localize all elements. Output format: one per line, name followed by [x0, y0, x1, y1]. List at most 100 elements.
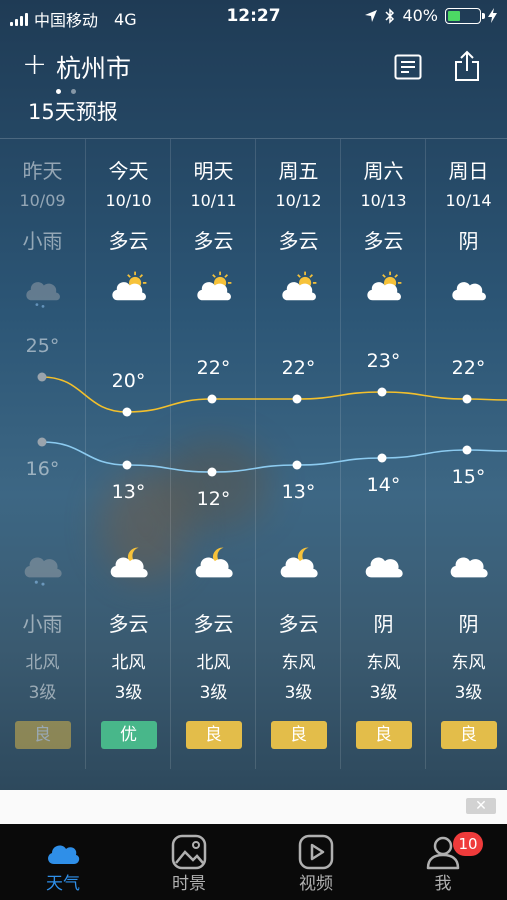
day-condition: 小雨 — [22, 229, 63, 253]
wind-level: 3级 — [284, 683, 313, 703]
low-temp: 13° — [281, 481, 316, 503]
air-quality-badge[interactable]: 良 — [355, 721, 412, 749]
low-temp: 14° — [366, 474, 401, 496]
day-condition: 多云 — [193, 229, 234, 253]
tab-profile[interactable]: 10 我 — [380, 824, 506, 900]
wind-direction: 北风 — [196, 653, 231, 673]
notification-badge: 10 — [453, 832, 483, 856]
tab-scenery[interactable]: 时景 — [126, 824, 252, 900]
add-city-icon[interactable]: + — [22, 50, 47, 80]
list-menu-icon[interactable] — [394, 54, 422, 80]
tab-label: 天气 — [46, 874, 80, 894]
high-temp: 20° — [111, 370, 146, 392]
day-date: 10/12 — [275, 191, 322, 210]
day-name: 昨天 — [22, 159, 63, 183]
scenery-tab-icon — [171, 834, 207, 870]
day-name: 明天 — [193, 159, 234, 183]
partly-cloudy-night-icon — [280, 547, 318, 578]
page-indicator — [56, 89, 76, 94]
tab-label: 视频 — [299, 874, 333, 894]
share-icon[interactable] — [452, 50, 482, 82]
high-temp: 22° — [196, 357, 231, 379]
wind-level: 3级 — [369, 683, 398, 703]
wind-direction: 东风 — [451, 653, 486, 673]
air-quality-badge[interactable]: 良 — [270, 721, 327, 749]
bluetooth-icon — [385, 7, 395, 24]
rain-cloud-icon — [25, 282, 60, 308]
night-condition: 小雨 — [22, 612, 63, 636]
day-date: 10/10 — [105, 191, 152, 210]
high-temp: 22° — [281, 357, 316, 379]
air-quality-badge[interactable]: 良 — [14, 721, 71, 749]
night-condition: 多云 — [193, 612, 234, 636]
tab-weather[interactable]: 天气 — [0, 824, 126, 900]
high-temp: 23° — [366, 350, 401, 372]
night-condition: 阴 — [373, 612, 394, 636]
day-condition: 多云 — [363, 229, 404, 253]
forecast-day-column[interactable]: 明天 10/11 多云 22° 12° 多云北风 3级良 — [170, 139, 256, 769]
day-date: 10/09 — [19, 191, 66, 210]
day-date: 10/13 — [360, 191, 407, 210]
ad-banner[interactable]: ✕ — [0, 790, 507, 824]
air-quality-badge[interactable]: 优 — [100, 721, 157, 749]
day-name: 今天 — [108, 159, 149, 183]
forecast-day-column[interactable]: 昨天 10/09 小雨 25° 16° 小雨北风 3级良 — [0, 139, 85, 769]
partly-cloudy-night-icon — [110, 547, 148, 578]
status-bar: 中国移动 4G 12:27 40% — [0, 0, 507, 34]
partly-cloudy-day-icon — [111, 271, 146, 301]
battery-percent: 40% — [402, 6, 438, 25]
forecast-day-column[interactable]: 周日 10/14 阴 22° 15° 阴东风 3级良 — [425, 139, 507, 769]
tab-label: 我 — [434, 874, 452, 894]
day-condition: 多云 — [108, 229, 149, 253]
day-date: 10/11 — [190, 191, 237, 210]
wind-direction: 东风 — [366, 653, 401, 673]
wind-level: 3级 — [454, 683, 483, 703]
tab-label: 时景 — [172, 874, 206, 894]
forecast-day-column[interactable]: 周六 10/13 多云 23° 14° 阴东风 3级良 — [340, 139, 426, 769]
video-tab-icon — [298, 834, 334, 870]
ad-close-button[interactable]: ✕ — [466, 798, 496, 814]
partly-cloudy-day-icon — [196, 271, 231, 301]
charging-bolt-icon — [488, 8, 497, 23]
day-name: 周六 — [363, 159, 404, 183]
day-name: 周日 — [448, 159, 489, 183]
low-temp: 16° — [25, 458, 60, 480]
low-temp: 13° — [111, 481, 146, 503]
wind-level: 3级 — [114, 683, 143, 703]
battery-icon — [445, 7, 485, 24]
low-temp: 15° — [451, 466, 486, 488]
air-quality-badge[interactable]: 良 — [440, 721, 497, 749]
cloud-icon — [450, 557, 488, 578]
day-name: 周五 — [278, 159, 319, 183]
cloud-tab-icon — [48, 845, 80, 864]
night-condition: 多云 — [108, 612, 149, 636]
cloud-icon — [365, 557, 403, 578]
forecast-day-column[interactable]: 今天 10/10 多云 20° 13° 多云北风 3级优 — [85, 139, 171, 769]
forecast-title: 15天预报 — [28, 100, 118, 124]
city-title[interactable]: 杭州市 — [56, 49, 131, 85]
air-quality-badge[interactable]: 良 — [185, 721, 242, 749]
partly-cloudy-day-icon — [281, 271, 316, 301]
partly-cloudy-night-icon — [195, 547, 233, 578]
wind-direction: 北风 — [111, 653, 146, 673]
day-condition: 阴 — [458, 229, 479, 253]
high-temp: 22° — [451, 357, 486, 379]
header: + 杭州市 — [0, 44, 507, 94]
high-temp: 25° — [25, 335, 60, 357]
day-condition: 多云 — [278, 229, 319, 253]
tab-bar: 天气 时景 视频 10 我 — [0, 824, 507, 900]
wind-direction: 东风 — [281, 653, 316, 673]
partly-cloudy-day-icon — [366, 271, 401, 301]
day-date: 10/14 — [445, 191, 492, 210]
wind-level: 3级 — [199, 683, 228, 703]
low-temp: 12° — [196, 488, 231, 510]
wind-direction: 北风 — [25, 653, 60, 673]
cloud-icon — [451, 282, 486, 301]
rain-cloud-icon — [24, 557, 62, 586]
forecast-day-column[interactable]: 周五 10/12 多云 22° 13° 多云东风 3级良 — [255, 139, 341, 769]
tab-video[interactable]: 视频 — [253, 824, 379, 900]
night-condition: 阴 — [458, 612, 479, 636]
wind-level: 3级 — [28, 683, 57, 703]
location-arrow-icon — [365, 9, 378, 22]
night-condition: 多云 — [278, 612, 319, 636]
